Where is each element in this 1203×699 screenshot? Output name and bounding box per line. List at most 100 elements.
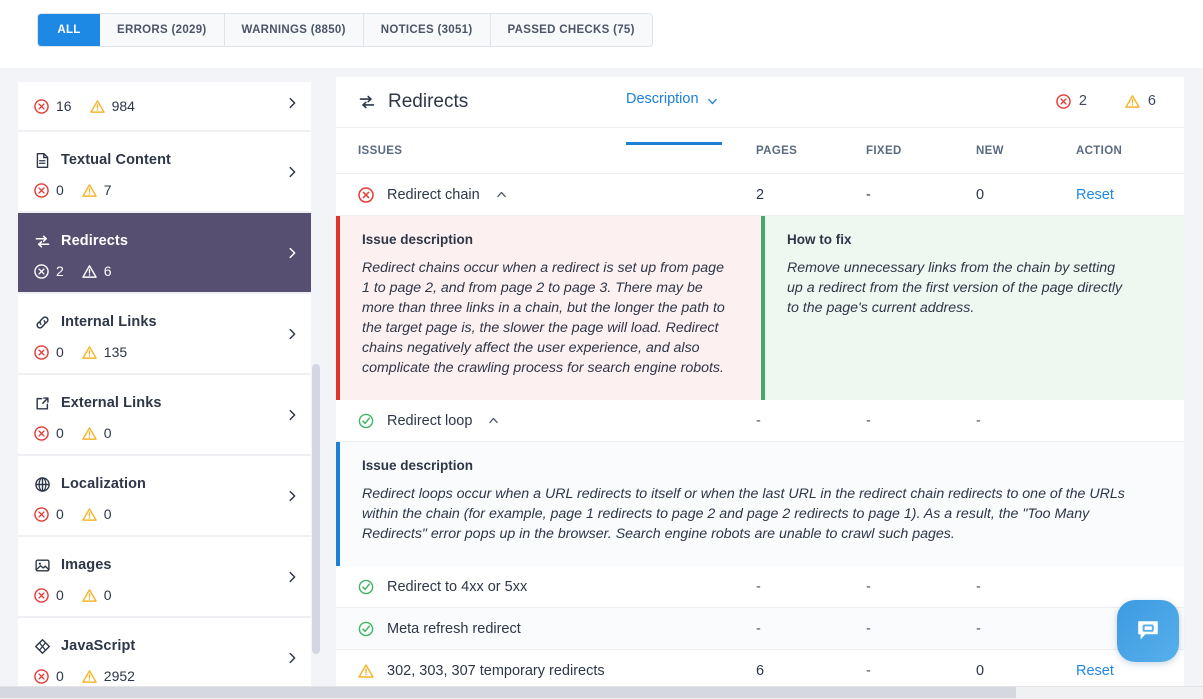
chevron-right-icon [285,246,299,260]
sidebar-item-label: External Links [61,395,162,411]
warning-count: 0 [103,425,112,441]
issue-name: Redirect chain [387,186,480,203]
how-to-fix-heading: How to fix [787,232,852,247]
tab-errors-label: ERRORS (2029) [117,24,207,36]
warning-triangle-icon [82,507,97,522]
error-count: 0 [56,182,64,198]
check-circle-icon [358,413,374,429]
tab-notices[interactable]: NOTICES (3051) [363,14,491,46]
chevron-right-icon [285,96,299,110]
warning-triangle-icon [82,426,97,441]
error-stat: 0 [34,668,64,684]
chat-widget-button[interactable] [1117,600,1179,662]
table-row[interactable]: Meta refresh redirect - - - [336,608,1184,650]
issue-cell: Redirect loop [336,413,756,429]
tab-passed-checks[interactable]: PASSED CHECKS (75) [490,14,652,46]
sidebar-item-internal-links[interactable]: Internal Links 0 135 [18,294,313,375]
table-row[interactable]: Redirect loop - - - [336,400,1184,442]
chevron-down-icon [706,95,719,108]
error-circle-icon [34,263,49,279]
tab-description[interactable]: Description [626,77,719,146]
warning-triangle-icon [82,183,97,198]
active-tab-indicator [626,142,722,145]
issue-cell: Redirect chain [336,187,756,203]
tab-all[interactable]: ALL [38,14,100,46]
panel-right-gutter [1184,77,1203,690]
chevron-up-icon[interactable] [495,188,508,201]
pages-cell: 2 [756,186,765,203]
reset-button[interactable]: Reset [1076,663,1114,679]
page-title: Redirects [388,91,469,112]
warning-stat: 7 [82,182,112,198]
error-count: 0 [56,668,64,684]
new-cell: 0 [976,662,985,679]
column-header-new: NEW [976,144,1004,157]
sidebar-item-redirects[interactable]: Redirects 2 6 [18,213,313,294]
issue-description-heading: Issue description [362,232,474,247]
warning-count: 2952 [103,668,135,684]
header-error-count: 2 [1078,93,1087,109]
chevron-right-icon [285,327,299,341]
panel-header: Redirects Description 2 6 [336,77,1184,145]
table-row[interactable]: 302, 303, 307 temporary redirects 6 - 0 … [336,650,1184,690]
document-icon [34,152,51,169]
warning-triangle-icon [82,669,97,684]
chevron-up-icon[interactable] [487,414,500,427]
error-circle-icon [34,98,49,114]
issue-name: 302, 303, 307 temporary redirects [387,662,605,679]
chevron-right-icon [285,165,299,179]
error-circle-icon [358,186,374,203]
error-circle-icon [34,587,49,603]
sidebar-item-images[interactable]: Images 0 0 [18,537,313,618]
sidebar-item-title-row: External Links [34,392,297,414]
issue-cell: 302, 303, 307 temporary redirects [336,663,756,679]
tab-notices-label: NOTICES (3051) [380,24,473,36]
issue-description-body: Redirect loops occur when a URL redirect… [362,486,1125,542]
issue-description-body: Redirect chains occur when a redirect is… [362,260,725,376]
sidebar-item-label: JavaScript [61,638,136,654]
sidebar-item-title-row: Localization [34,473,297,495]
warning-stat: 0 [82,425,112,441]
tab-description-label: Description [626,91,699,107]
sidebar-item-localization[interactable]: Localization 0 0 [18,456,313,537]
top-tabbar-zone: ALL ERRORS (2029) WARNINGS (8850) NOTICE… [0,0,1203,68]
error-circle-icon [34,506,49,522]
reset-button[interactable]: Reset [1076,187,1114,203]
pages-cell: 6 [756,662,765,679]
check-circle-icon [358,621,374,637]
error-stat: 0 [34,344,64,360]
sidebar-item-external-links[interactable]: External Links 0 0 [18,375,313,456]
tab-errors[interactable]: ERRORS (2029) [100,14,225,46]
fixed-cell: - [866,662,871,679]
page-scrollbar-track[interactable] [0,686,1203,699]
image-icon [34,557,51,574]
link-icon [34,314,51,331]
tab-warnings[interactable]: WARNINGS (8850) [224,14,364,46]
sidebar-item-title-row: Images [34,554,297,576]
sidebar-item-partial[interactable]: 16 984 [18,82,313,132]
table-row[interactable]: Redirect to 4xx or 5xx - - - [336,566,1184,608]
warning-count: 135 [103,344,128,360]
globe-icon [34,476,51,493]
sidebar-scrollbar-thumb[interactable] [312,364,320,654]
warning-count: 7 [103,182,112,198]
table-header: ISSUES PAGES FIXED NEW ACTION [336,127,1184,174]
category-sidebar[interactable]: 16 984 Textual Content 0 7 Redirects 2 6… [18,82,313,699]
fixed-cell: - [866,412,871,429]
table-row[interactable]: Redirect chain 2 - 0 Reset [336,174,1184,216]
error-circle-icon [34,182,49,198]
action-cell: Reset [1076,187,1176,203]
sidebar-item-label: Redirects [61,233,128,249]
redirects-icon [358,93,376,111]
issue-detail-panel: Issue description Redirect chains occur … [336,216,1184,400]
issue-name: Redirect loop [387,412,473,429]
issue-name: Meta refresh redirect [387,620,521,637]
error-stat: 2 [34,263,64,279]
warning-triangle-icon [358,663,374,679]
issue-description-block: Issue description Redirect chains occur … [336,216,761,400]
header-badges: 2 6 [1056,93,1156,109]
pages-cell: - [756,412,761,429]
page-scrollbar-thumb[interactable] [0,687,1016,698]
sidebar-item-textual-content[interactable]: Textual Content 0 7 [18,132,313,213]
new-cell: - [976,412,981,429]
